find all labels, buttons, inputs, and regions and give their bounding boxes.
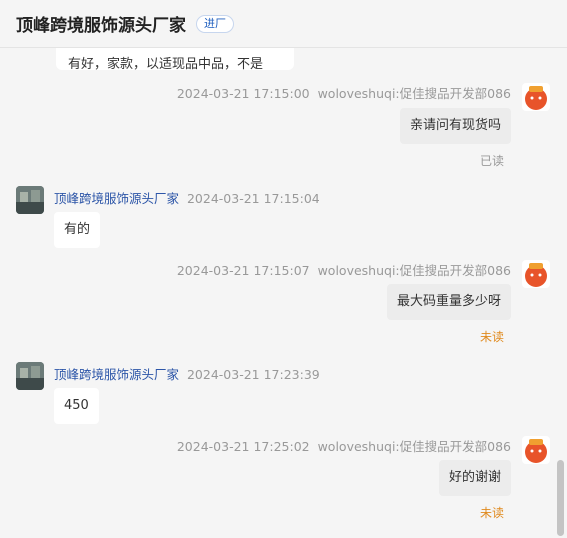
chat-title: 顶峰跨境服饰源头厂家 [16, 16, 186, 36]
shop-avatar-icon[interactable] [16, 362, 44, 390]
sender-name: woloveshuqi:促佳搜品开发部086 [317, 86, 511, 101]
vertical-scrollbar[interactable] [557, 460, 564, 536]
message-list[interactable]: 有好，家款，以适现品中品，不是 2024-03-21 17:15:00 wolo… [0, 48, 567, 538]
unread-status: 未读 [479, 506, 504, 520]
message-meta: 2024-03-21 17:15:07 woloveshuqi:促佳搜品开发部0… [177, 260, 511, 279]
message-meta: 顶峰跨境服饰源头厂家 2024-03-21 17:15:04 [54, 188, 320, 207]
my-avatar-icon[interactable] [522, 436, 550, 464]
outgoing-message-bubble[interactable]: 好的谢谢 [438, 460, 511, 496]
unread-status: 未读 [479, 330, 504, 344]
my-avatar-icon[interactable] [522, 260, 550, 288]
read-status: 已读 [479, 154, 504, 168]
sender-name: woloveshuqi:促佳搜品开发部086 [317, 439, 511, 454]
sender-name: woloveshuqi:促佳搜品开发部086 [317, 263, 511, 278]
partial-message-text: 有好，家款，以适现品中品，不是 [68, 57, 264, 72]
message-meta: 顶峰跨境服饰源头厂家 2024-03-21 17:23:39 [54, 364, 320, 383]
message-time: 2024-03-21 17:15:00 [176, 86, 310, 101]
message-time: 2024-03-21 17:15:07 [176, 263, 310, 278]
shop-avatar-icon[interactable] [16, 186, 44, 214]
message-time: 2024-03-21 17:25:02 [176, 439, 310, 454]
incoming-message-bubble[interactable]: 有的 [54, 212, 101, 248]
my-avatar-icon[interactable] [522, 83, 550, 111]
incoming-message-bubble[interactable]: 450 [54, 388, 99, 424]
sender-name-link[interactable]: 顶峰跨境服饰源头厂家 [54, 191, 179, 206]
message-time: 2024-03-21 17:23:39 [186, 367, 320, 382]
outgoing-message-bubble[interactable]: 最大码重量多少呀 [386, 284, 511, 320]
message-time: 2024-03-21 17:15:04 [186, 191, 320, 206]
chat-header: 顶峰跨境服饰源头厂家 进厂 [0, 0, 567, 48]
message-meta: 2024-03-21 17:15:00 woloveshuqi:促佳搜品开发部0… [177, 83, 511, 102]
message-meta: 2024-03-21 17:25:02 woloveshuqi:促佳搜品开发部0… [177, 436, 511, 455]
outgoing-message-bubble[interactable]: 亲请问有现货吗 [399, 108, 511, 144]
partial-message-bubble: 有好，家款，以适现品中品，不是 [56, 48, 294, 72]
sender-name-link[interactable]: 顶峰跨境服饰源头厂家 [54, 367, 179, 382]
factory-badge[interactable]: 进厂 [196, 14, 234, 33]
